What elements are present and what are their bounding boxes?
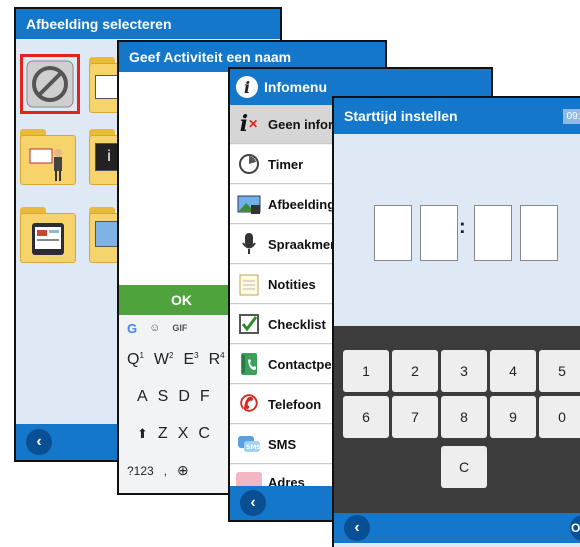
start-time-titlebar: Starttijd instellen 09:3 xyxy=(334,98,580,134)
no-image-icon xyxy=(26,60,74,108)
minute-tens-digit[interactable] xyxy=(474,205,512,261)
clear-key[interactable]: C xyxy=(441,446,487,488)
numeric-keypad: 1 2 3 4 5 6 7 8 9 0 C xyxy=(334,326,580,522)
infomenu-title: Infomenu xyxy=(264,79,327,95)
time-colon: : xyxy=(459,216,466,238)
key-9[interactable]: 9 xyxy=(490,396,536,438)
image-select-title: Afbeelding selecteren xyxy=(26,16,172,32)
image-select-titlebar: Afbeelding selecteren xyxy=(16,9,280,39)
keyboard-row-3: ⬆ Z X C xyxy=(119,415,244,452)
key-z[interactable]: Z xyxy=(158,425,168,443)
key-q[interactable]: Q1 xyxy=(127,351,144,369)
key-f[interactable]: F xyxy=(200,388,210,406)
food-icon xyxy=(95,75,119,99)
image-icon xyxy=(236,191,262,217)
activity-name-input[interactable] xyxy=(119,72,244,285)
phone-icon: ✆ xyxy=(239,391,259,416)
hour-ones-digit[interactable] xyxy=(420,205,458,261)
key-d[interactable]: D xyxy=(178,388,190,406)
onscreen-keyboard: G ☺ GIF Q1 W2 E3 R4 A S D F ⬆ Z X C ?123… xyxy=(119,315,244,493)
ok-label: OK xyxy=(571,521,580,535)
start-time-title: Starttijd instellen xyxy=(344,108,458,124)
shift-icon[interactable]: ⬆ xyxy=(137,426,148,442)
info-icon: i xyxy=(236,76,258,98)
stage: Afbeelding selecteren i ‹ Geef Activitei… xyxy=(0,0,580,547)
tablet-icon xyxy=(32,223,64,255)
checklist-icon xyxy=(236,311,262,337)
key-7[interactable]: 7 xyxy=(392,396,438,438)
key-4[interactable]: 4 xyxy=(490,350,536,392)
no-image-tile[interactable] xyxy=(20,54,80,114)
clock-badge: 09:3 xyxy=(562,108,580,124)
microphone-icon xyxy=(236,231,262,257)
comma-key[interactable]: , xyxy=(164,464,167,478)
menu-item-label: Checklist xyxy=(268,316,326,332)
notes-icon xyxy=(236,271,262,297)
menu-item-label: Afbeelding xyxy=(268,196,336,212)
key-1[interactable]: 1 xyxy=(343,350,389,392)
key-0[interactable]: 0 xyxy=(539,396,580,438)
start-time-bottombar: ‹ OK xyxy=(334,513,580,543)
menu-item-label: Timer xyxy=(268,156,304,172)
hour-tens-digit[interactable] xyxy=(374,205,412,261)
ok-button[interactable]: OK xyxy=(570,515,580,541)
ok-label: OK xyxy=(171,292,192,308)
keyboard-row-4: ?123 , ⊕ xyxy=(119,452,244,489)
menu-item-label: Notities xyxy=(268,276,316,292)
minute-ones-digit[interactable] xyxy=(520,205,558,261)
back-button[interactable]: ‹ xyxy=(344,515,370,541)
key-6[interactable]: 6 xyxy=(343,396,389,438)
key-r[interactable]: R4 xyxy=(209,351,225,369)
gif-icon[interactable]: GIF xyxy=(172,323,187,333)
menu-item-label: SMS xyxy=(268,436,297,452)
key-s[interactable]: S xyxy=(158,388,169,406)
back-button[interactable]: ‹ xyxy=(26,429,52,455)
key-x[interactable]: X xyxy=(178,425,189,443)
svg-text:SMS: SMS xyxy=(246,444,261,451)
key-c[interactable]: C xyxy=(198,425,210,443)
google-icon[interactable]: G xyxy=(127,321,137,336)
folder-tile-teaching[interactable] xyxy=(20,129,76,185)
contact-book-icon xyxy=(236,351,262,377)
symbols-key[interactable]: ?123 xyxy=(127,464,154,478)
ok-button[interactable]: OK xyxy=(119,285,244,315)
key-8[interactable]: 8 xyxy=(441,396,487,438)
key-3[interactable]: 3 xyxy=(441,350,487,392)
keyboard-suggestion-bar: G ☺ GIF xyxy=(119,315,244,341)
key-e[interactable]: E3 xyxy=(183,351,198,369)
start-time-screen: Starttijd instellen 09:3 : 1 2 3 4 5 6 7… xyxy=(332,96,580,547)
teacher-icon xyxy=(29,148,62,181)
key-2[interactable]: 2 xyxy=(392,350,438,392)
no-info-icon: i ✕ xyxy=(239,111,259,137)
key-w[interactable]: W2 xyxy=(154,351,174,369)
back-icon: ‹ xyxy=(250,494,256,511)
back-icon: ‹ xyxy=(354,519,360,536)
sms-icon: SMS xyxy=(236,431,262,457)
globe-icon[interactable]: ⊕ xyxy=(177,462,189,479)
key-5[interactable]: 5 xyxy=(539,350,580,392)
back-icon: ‹ xyxy=(36,433,42,450)
keyboard-row-1: Q1 W2 E3 R4 xyxy=(119,341,244,378)
folder-tile-tablet[interactable] xyxy=(20,207,76,263)
keyboard-row-2: A S D F xyxy=(119,378,244,415)
sticker-icon[interactable]: ☺ xyxy=(149,322,160,334)
back-button[interactable]: ‹ xyxy=(240,490,266,516)
key-a[interactable]: A xyxy=(137,388,148,406)
menu-item-label: Telefoon xyxy=(268,396,322,412)
timer-icon xyxy=(236,151,262,177)
name-activity-title: Geef Activiteit een naam xyxy=(129,49,292,65)
